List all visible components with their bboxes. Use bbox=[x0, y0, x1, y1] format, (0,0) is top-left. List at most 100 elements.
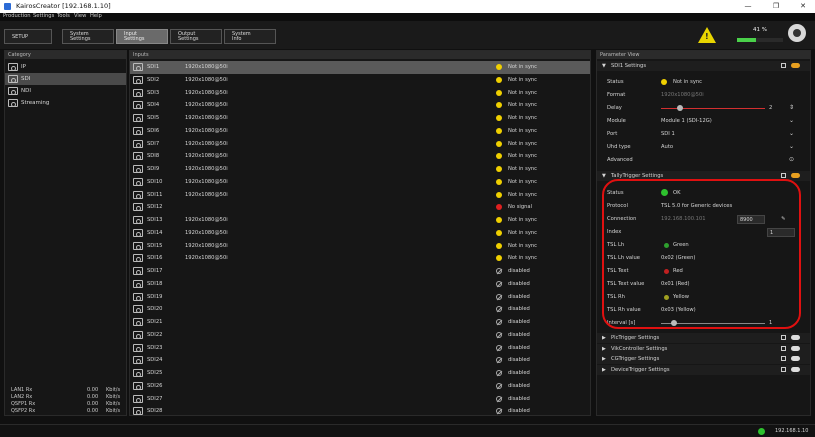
section-toggle[interactable] bbox=[791, 63, 800, 68]
lock-icon[interactable] bbox=[781, 173, 786, 178]
input-row[interactable]: SDI23 disabled bbox=[130, 342, 590, 355]
input-row[interactable]: SDI3 1920x1080@50i Not in sync bbox=[130, 87, 590, 100]
category-label: NDI bbox=[21, 88, 31, 94]
tab-input-settings[interactable]: Input Settings bbox=[116, 29, 168, 44]
input-name: SDI23 bbox=[147, 344, 163, 351]
input-row[interactable]: SDI28 disabled bbox=[130, 405, 590, 418]
chevron-down-icon[interactable]: ⌄ bbox=[789, 143, 794, 150]
lock-icon[interactable] bbox=[781, 356, 786, 361]
lock-icon[interactable] bbox=[781, 335, 786, 340]
spin-arrows-icon[interactable]: ⇕ bbox=[789, 104, 794, 111]
input-row[interactable]: SDI11 1920x1080@50i Not in sync bbox=[130, 189, 590, 202]
status-dot-icon bbox=[496, 89, 502, 96]
expand-arrow-icon: ▶ bbox=[602, 335, 606, 341]
section-toggle[interactable] bbox=[791, 356, 800, 361]
input-row[interactable]: SDI20 disabled bbox=[130, 303, 590, 316]
slider-knob[interactable] bbox=[677, 105, 683, 111]
chevron-down-icon[interactable]: ⌄ bbox=[789, 117, 794, 124]
input-row[interactable]: SDI21 disabled bbox=[130, 316, 590, 329]
input-row[interactable]: SDI22 disabled bbox=[130, 329, 590, 342]
input-row[interactable]: SDI12 No signal bbox=[130, 201, 590, 214]
port-select[interactable]: SDI 1 bbox=[661, 131, 675, 137]
collapsed-section[interactable]: ▶ VikController Settings bbox=[597, 343, 810, 354]
input-row[interactable]: SDI6 1920x1080@50i Not in sync bbox=[130, 125, 590, 138]
section-toggle[interactable] bbox=[791, 173, 800, 178]
input-row[interactable]: SDI15 1920x1080@50i Not in sync bbox=[130, 240, 590, 253]
sdi-port-row[interactable]: Port SDI 1 ⌄ bbox=[597, 128, 810, 141]
delay-value[interactable]: 2 bbox=[769, 105, 772, 111]
input-row[interactable]: SDI2 1920x1080@50i Not in sync bbox=[130, 74, 590, 87]
input-row[interactable]: SDI25 disabled bbox=[130, 367, 590, 380]
setup-button[interactable]: SETUP bbox=[4, 29, 52, 44]
tab-system-settings[interactable]: System Settings bbox=[62, 29, 114, 44]
sdi-input-icon bbox=[133, 139, 143, 148]
uhd-select[interactable]: Auto bbox=[661, 144, 673, 150]
input-row[interactable]: SDI7 1920x1080@50i Not in sync bbox=[130, 138, 590, 151]
input-row[interactable]: SDI8 1920x1080@50i Not in sync bbox=[130, 150, 590, 163]
sdi-uhd-row[interactable]: Uhd type Auto ⌄ bbox=[597, 141, 810, 154]
minimize-button[interactable]: — bbox=[740, 1, 756, 12]
input-row[interactable]: SDI13 1920x1080@50i Not in sync bbox=[130, 214, 590, 227]
lock-icon[interactable] bbox=[781, 366, 786, 372]
input-row[interactable]: SDI19 disabled bbox=[130, 291, 590, 304]
input-row[interactable]: SDI14 1920x1080@50i Not in sync bbox=[130, 227, 590, 240]
expand-circle-icon[interactable]: ⊙ bbox=[789, 156, 794, 163]
input-row[interactable]: SDI26 disabled bbox=[130, 380, 590, 393]
section-toggle[interactable] bbox=[791, 366, 800, 372]
input-name: SDI1 bbox=[147, 64, 160, 70]
collapsed-section[interactable]: ▶ PlcTrigger Settings bbox=[597, 333, 810, 343]
input-icon bbox=[8, 99, 18, 107]
sdi-input-icon bbox=[133, 394, 143, 403]
status-dot-icon bbox=[496, 102, 502, 109]
input-row[interactable]: SDI18 disabled bbox=[130, 278, 590, 291]
net-unit: Kbit/s bbox=[106, 394, 121, 400]
collapse-arrow-icon: ▼ bbox=[602, 173, 606, 179]
input-name: SDI16 bbox=[147, 255, 163, 262]
input-status: Not in sync bbox=[508, 255, 538, 262]
param-label: Status bbox=[607, 79, 624, 85]
input-row[interactable]: SDI1 1920x1080@50i Not in sync bbox=[130, 61, 590, 74]
input-row[interactable]: SDI10 1920x1080@50i Not in sync bbox=[130, 176, 590, 189]
input-row[interactable]: SDI4 1920x1080@50i Not in sync bbox=[130, 99, 590, 112]
section-toggle[interactable] bbox=[791, 345, 800, 351]
sdi-advanced-row[interactable]: Advanced ⊙ bbox=[597, 154, 810, 167]
input-row[interactable]: SDI5 1920x1080@50i Not in sync bbox=[130, 112, 590, 125]
input-format: 1920x1080@50i bbox=[185, 178, 228, 185]
net-label: LAN1 Rx bbox=[11, 387, 33, 393]
sdi-settings-section[interactable]: ▼ SDI1 Settings bbox=[597, 61, 810, 71]
module-select[interactable]: Module 1 (SDI-12G) bbox=[661, 118, 712, 124]
menu-tools[interactable]: Tools bbox=[57, 13, 70, 19]
category-item-streaming[interactable]: Streaming bbox=[5, 97, 126, 109]
collapsed-section[interactable]: ▶ DeviceTrigger Settings bbox=[597, 364, 810, 375]
input-name: SDI22 bbox=[147, 331, 163, 338]
section-title: CGTrigger Settings bbox=[611, 356, 660, 362]
param-label: Port bbox=[607, 131, 618, 137]
lock-icon[interactable] bbox=[781, 345, 786, 351]
input-row[interactable]: SDI17 disabled bbox=[130, 265, 590, 278]
menu-view[interactable]: View bbox=[74, 13, 86, 19]
input-row[interactable]: SDI24 disabled bbox=[130, 354, 590, 367]
tab-system-info[interactable]: System Info bbox=[224, 29, 276, 44]
category-item-ndi[interactable]: NDI bbox=[5, 85, 126, 97]
param-label: Uhd type bbox=[607, 144, 631, 150]
category-item-sdi[interactable]: SDI bbox=[5, 73, 126, 85]
sdi-module-row[interactable]: Module Module 1 (SDI-12G) ⌄ bbox=[597, 115, 810, 128]
lock-icon[interactable] bbox=[781, 63, 786, 68]
menu-settings[interactable]: Settings bbox=[33, 13, 54, 19]
input-row[interactable]: SDI9 1920x1080@50i Not in sync bbox=[130, 163, 590, 176]
section-toggle[interactable] bbox=[791, 335, 800, 340]
category-item-ip[interactable]: IP bbox=[5, 61, 126, 73]
collapsed-section[interactable]: ▶ CGTrigger Settings bbox=[597, 354, 810, 364]
input-row[interactable]: SDI16 1920x1080@50i Not in sync bbox=[130, 252, 590, 265]
chevron-down-icon[interactable]: ⌄ bbox=[789, 130, 794, 137]
menu-production[interactable]: Production bbox=[3, 13, 31, 19]
sdi-delay-row[interactable]: Delay 2 ⇕ bbox=[597, 102, 810, 115]
menu-help[interactable]: Help bbox=[90, 13, 102, 19]
close-button[interactable]: ✕ bbox=[795, 1, 811, 12]
input-status: disabled bbox=[508, 382, 530, 389]
input-row[interactable]: SDI27 disabled bbox=[130, 393, 590, 406]
expand-arrow-icon: ▶ bbox=[602, 366, 606, 373]
tab-output-settings[interactable]: Output Settings bbox=[170, 29, 222, 44]
maximize-button[interactable]: ❐ bbox=[768, 1, 784, 12]
net-value: 0.00 bbox=[87, 394, 99, 400]
